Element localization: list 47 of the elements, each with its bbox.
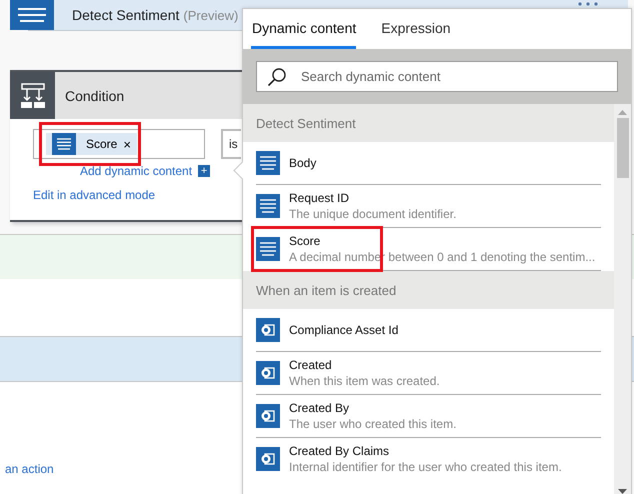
dynamic-content-item[interactable]: Body xyxy=(256,142,601,185)
section-header: When an item is created xyxy=(243,271,614,309)
condition-value-field[interactable]: Score × xyxy=(33,129,205,159)
lines-icon xyxy=(260,199,276,213)
item-description: When this item was created. xyxy=(289,374,440,388)
lines-icon xyxy=(10,0,54,30)
dynamic-content-item[interactable]: Created When this item was created. xyxy=(256,352,601,395)
list-app-icon xyxy=(260,452,276,466)
scroll-up-icon[interactable] xyxy=(618,110,627,116)
add-button[interactable]: + xyxy=(198,165,212,177)
list-app-icon xyxy=(260,366,276,380)
scroll-down-icon[interactable] xyxy=(618,489,627,494)
advanced-mode-link[interactable]: Edit in advanced mode xyxy=(33,188,156,202)
lines-icon xyxy=(260,156,276,170)
panel-tab[interactable]: Expression xyxy=(380,9,451,49)
condition-title: Condition xyxy=(65,88,124,104)
add-dynamic-content-link[interactable]: Add dynamic content xyxy=(80,164,192,178)
item-description: The user who created this item. xyxy=(289,417,456,431)
operator-dropdown[interactable]: is xyxy=(221,129,241,159)
dynamic-content-item[interactable]: Request ID The unique document identifier. xyxy=(256,185,601,228)
add-action-link[interactable]: an action xyxy=(5,462,54,476)
item-label: Body xyxy=(289,156,316,170)
lines-icon xyxy=(57,138,71,150)
list-app-icon xyxy=(260,409,276,423)
search-icon xyxy=(267,67,287,87)
condition-icon xyxy=(20,82,46,108)
item-label: Created By xyxy=(289,401,350,415)
item-label: Request ID xyxy=(289,191,350,205)
dynamic-content-item[interactable]: Created By Claims Internal identifier for the user who created this item. xyxy=(256,438,601,480)
scrollbar[interactable] xyxy=(614,104,631,494)
list-app-icon xyxy=(260,323,276,337)
more-icon[interactable] xyxy=(578,2,598,6)
lines-icon xyxy=(260,242,276,256)
preview-label: (Preview) xyxy=(183,8,238,22)
search-field[interactable]: Search dynamic content xyxy=(256,61,618,92)
item-label: Created By Claims xyxy=(289,444,390,458)
item-label: Score xyxy=(289,234,322,248)
scrollbar-thumb[interactable] xyxy=(616,118,628,178)
item-description: Internal identifier for the user who created this item. xyxy=(289,460,562,474)
action-title: Detect Sentiment xyxy=(72,7,180,23)
item-label: Compliance Asset Id xyxy=(289,323,398,337)
score-token[interactable]: Score × xyxy=(46,133,137,155)
item-label: Created xyxy=(289,358,333,372)
section-header: Detect Sentiment xyxy=(243,104,614,142)
item-description: The unique document identifier. xyxy=(289,207,456,221)
dynamic-content-item[interactable]: Compliance Asset Id xyxy=(256,309,601,352)
dynamic-content-item[interactable]: Created By The user who created this item. xyxy=(256,395,601,438)
